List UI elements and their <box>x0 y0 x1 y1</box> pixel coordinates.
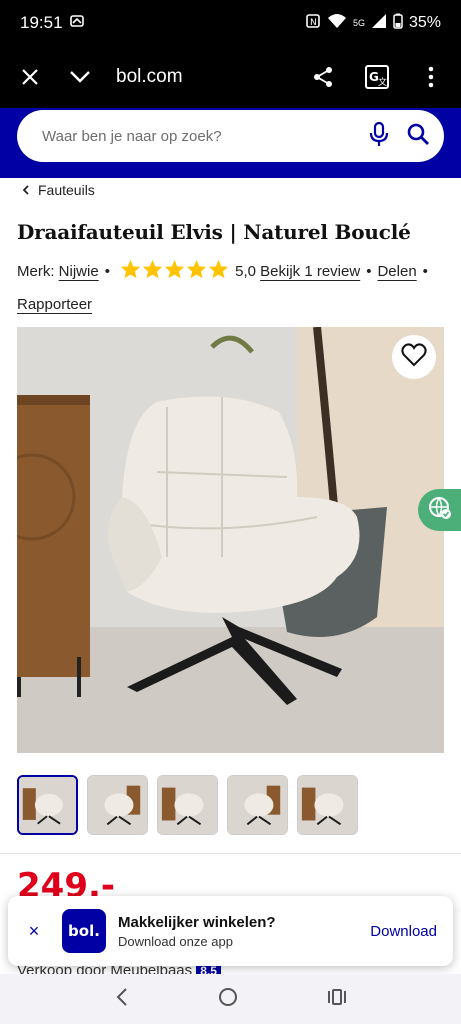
signal-icon <box>371 13 387 34</box>
notification-icon <box>69 13 85 34</box>
rating-value: 5,0 <box>235 263 256 280</box>
browser-toolbar: bol.com G文 <box>0 46 461 108</box>
banner-close-button[interactable]: × <box>24 921 44 942</box>
thumbnail-5[interactable] <box>297 775 358 835</box>
star-icon <box>208 259 229 290</box>
globe-check-icon <box>428 496 452 525</box>
nfc-icon: N <box>305 13 321 34</box>
favorite-button[interactable] <box>392 335 436 379</box>
share-link[interactable]: Delen <box>377 263 416 280</box>
sustainability-badge[interactable] <box>418 489 461 531</box>
recents-icon[interactable] <box>327 988 347 1011</box>
back-icon[interactable] <box>115 987 129 1012</box>
breadcrumb[interactable]: Fauteuils <box>22 182 95 198</box>
wifi-icon <box>327 13 347 34</box>
mic-icon[interactable] <box>368 121 390 152</box>
brand-link[interactable]: Nijwie <box>59 263 99 280</box>
chevron-left-icon <box>22 182 30 198</box>
search-input[interactable] <box>42 127 368 145</box>
banner-title: Makkelijker winkelen? <box>118 913 276 931</box>
separator-dot: • <box>366 263 372 280</box>
star-icon <box>186 259 207 290</box>
more-icon[interactable] <box>417 63 445 91</box>
product-image[interactable] <box>17 327 444 753</box>
thumbnail-2[interactable] <box>87 775 148 835</box>
app-install-banner: × bol. Makkelijker winkelen? Download on… <box>8 896 453 966</box>
home-icon[interactable] <box>218 987 238 1012</box>
network-label: 5G <box>352 18 365 28</box>
translate-icon[interactable]: G文 <box>363 63 391 91</box>
breadcrumb-label: Fauteuils <box>38 182 95 198</box>
search-icon[interactable] <box>406 122 430 151</box>
banner-subtitle: Download onze app <box>118 933 233 949</box>
battery-level: 35% <box>408 14 441 31</box>
search-bar <box>17 110 444 162</box>
system-nav-bar <box>0 974 461 1024</box>
thumbnail-strip <box>17 775 358 835</box>
battery-icon <box>393 13 403 34</box>
status-time: 19:51 <box>20 13 63 32</box>
star-icon <box>120 259 141 290</box>
product-title: Draaifauteuil Elvis | Naturel Bouclé <box>17 220 411 244</box>
bol-logo: bol. <box>62 909 106 953</box>
star-icon <box>142 259 163 290</box>
separator-dot: • <box>104 263 110 280</box>
svg-text:文: 文 <box>378 76 387 88</box>
thumbnail-3[interactable] <box>157 775 218 835</box>
review-link[interactable]: Bekijk 1 review <box>260 263 360 280</box>
thumbnail-4[interactable] <box>227 775 288 835</box>
product-meta: Merk: Nijwie • 5,0 Bekijk 1 review • Delen •… <box>17 257 447 320</box>
rating-stars <box>120 259 229 290</box>
banner-text: Makkelijker winkelen? Download onze app <box>118 914 276 949</box>
star-icon <box>164 259 185 290</box>
divider <box>0 853 461 854</box>
report-link[interactable]: Rapporteer <box>17 296 92 313</box>
heart-icon <box>401 342 427 372</box>
status-bar: 19:51 N 5G 35% <box>0 0 461 46</box>
download-app-button[interactable]: Download <box>370 923 437 940</box>
brand-prefix: Merk: <box>17 263 55 280</box>
thumbnail-1[interactable] <box>17 775 78 835</box>
chair-photo <box>17 327 444 753</box>
svg-text:N: N <box>310 18 317 28</box>
separator-dot: • <box>422 263 428 280</box>
share-icon[interactable] <box>309 63 337 91</box>
browser-url[interactable]: bol.com <box>116 66 183 88</box>
chevron-down-icon[interactable] <box>66 63 94 91</box>
search-header <box>0 108 461 178</box>
close-icon[interactable] <box>16 63 44 91</box>
